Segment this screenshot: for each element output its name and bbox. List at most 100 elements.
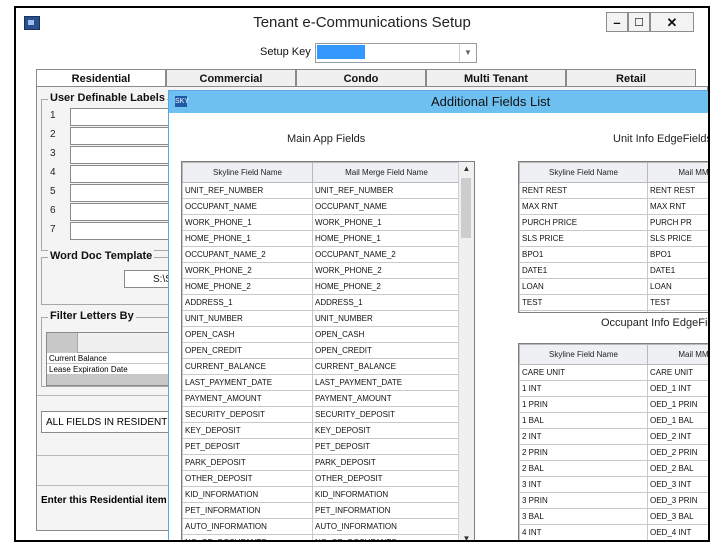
- mail-merge-field-cell[interactable]: HOME_PHONE_2: [312, 278, 461, 295]
- skyline-field-cell[interactable]: 1 INT: [519, 380, 648, 397]
- skyline-field-cell[interactable]: PARK_DEPOSIT: [182, 454, 313, 471]
- skyline-field-cell[interactable]: UNIT_NUMBER: [182, 310, 313, 327]
- skyline-field-cell[interactable]: CURRENT_BALANCE: [182, 358, 313, 375]
- tab-multi-tenant[interactable]: Multi Tenant: [426, 69, 566, 87]
- skyline-field-cell[interactable]: OTHER_DEPOSIT: [182, 470, 313, 487]
- mail-merge-field-cell[interactable]: OED_2 BAL: [647, 460, 708, 477]
- mail-merge-field-cell[interactable]: KEY_DEPOSIT: [312, 422, 461, 439]
- column-header[interactable]: Mail MM: [647, 162, 708, 183]
- mail-merge-field-cell[interactable]: OED_3 PRIN: [647, 492, 708, 509]
- scroll-up-arrow-icon[interactable]: ▲: [459, 162, 474, 176]
- main-grid-scrollbar[interactable]: ▲ ▼: [458, 162, 474, 540]
- table-row[interactable]: 2 INT OED_2 INT: [519, 428, 708, 445]
- mail-merge-field-cell[interactable]: CURRENT_BALANCE: [312, 358, 461, 375]
- table-row[interactable]: 4 INT OED_4 INT: [519, 524, 708, 540]
- tab-retail[interactable]: Retail: [566, 69, 696, 87]
- mail-merge-field-cell[interactable]: SECURITY_DEPOSIT: [312, 406, 461, 423]
- table-row[interactable]: PET_DEPOSIT PET_DEPOSIT: [182, 438, 461, 455]
- table-row[interactable]: 3 BAL OED_3 BAL: [519, 508, 708, 525]
- mail-merge-field-cell[interactable]: SLS PRICE: [647, 230, 708, 247]
- mail-merge-field-cell[interactable]: OED_1 BAL: [647, 412, 708, 429]
- table-row[interactable]: 1 PRIN OED_1 PRIN: [519, 396, 708, 413]
- skyline-field-cell[interactable]: CARE UNIT: [519, 364, 648, 381]
- table-row[interactable]: NO_OF_OCCUPANTSNO_OF_OCCUPANTS: [182, 534, 461, 540]
- table-row[interactable]: DATE1 DATE1: [519, 262, 708, 279]
- skyline-field-cell[interactable]: MAX RNT: [519, 198, 648, 215]
- skyline-field-cell[interactable]: KID_INFORMATION: [182, 486, 313, 503]
- table-row[interactable]: PURCH PRICE PURCH PR: [519, 214, 708, 231]
- skyline-field-cell[interactable]: PET_INFORMATION: [182, 502, 313, 519]
- table-row[interactable]: 1 BAL OED_1 BAL: [519, 412, 708, 429]
- skyline-field-cell[interactable]: 3 PRIN: [519, 492, 648, 509]
- mail-merge-field-cell[interactable]: OPEN_CREDIT: [312, 342, 461, 359]
- skyline-field-cell[interactable]: PURCH PRICE: [519, 214, 648, 231]
- table-row[interactable]: KID_INFORMATION KID_INFORMATION: [182, 486, 461, 503]
- table-row[interactable]: PET_INFORMATION PET_INFORMATION: [182, 502, 461, 519]
- table-row[interactable]: OCCUPANT_NAME_2 OCCUPANT_NAME_2: [182, 246, 461, 263]
- mail-merge-field-cell[interactable]: HOME_PHONE_1: [312, 230, 461, 247]
- skyline-field-cell[interactable]: SECURITY_DEPOSIT: [182, 406, 313, 423]
- mail-merge-field-cell[interactable]: PAYMENT_AMOUNT: [312, 390, 461, 407]
- mail-merge-field-cell[interactable]: AB: [647, 310, 708, 312]
- skyline-field-cell[interactable]: OCCUPANT_NAME: [182, 198, 313, 215]
- table-row[interactable]: RENT REST RENT REST: [519, 182, 708, 199]
- mail-merge-field-cell[interactable]: CARE UNIT: [647, 364, 708, 381]
- table-row[interactable]: TEST TEST: [519, 294, 708, 311]
- skyline-field-cell[interactable]: PET_DEPOSIT: [182, 438, 313, 455]
- scroll-thumb[interactable]: [461, 178, 471, 238]
- mail-merge-field-cell[interactable]: PARK_DEPOSIT: [312, 454, 461, 471]
- tab-commercial[interactable]: Commercial: [166, 69, 296, 87]
- mail-merge-field-cell[interactable]: NO_OF_OCCUPANTS: [312, 534, 461, 540]
- skyline-field-cell[interactable]: OCCUPANT_NAME_2: [182, 246, 313, 263]
- mail-merge-field-cell[interactable]: OPEN_CASH: [312, 326, 461, 343]
- skyline-field-cell[interactable]: 2 INT: [519, 428, 648, 445]
- skyline-field-cell[interactable]: 1 PRIN: [519, 396, 648, 413]
- tab-condo[interactable]: Condo: [296, 69, 426, 87]
- skyline-field-cell[interactable]: OPEN_CASH: [182, 326, 313, 343]
- mail-merge-field-cell[interactable]: OED_3 INT: [647, 476, 708, 493]
- table-row[interactable]: HOME_PHONE_1 HOME_PHONE_1: [182, 230, 461, 247]
- table-row[interactable]: CURRENT_BALANCE CURRENT_BALANCE: [182, 358, 461, 375]
- skyline-field-cell[interactable]: AB: [519, 310, 648, 312]
- table-row[interactable]: HOME_PHONE_2 HOME_PHONE_2: [182, 278, 461, 295]
- skyline-field-cell[interactable]: UNIT_REF_NUMBER: [182, 182, 313, 199]
- mail-merge-field-cell[interactable]: LOAN: [647, 278, 708, 295]
- skyline-field-cell[interactable]: 4 INT: [519, 524, 648, 540]
- mail-merge-field-cell[interactable]: TEST: [647, 294, 708, 311]
- mail-merge-field-cell[interactable]: BPO1: [647, 246, 708, 263]
- skyline-field-cell[interactable]: HOME_PHONE_1: [182, 230, 313, 247]
- mail-merge-field-cell[interactable]: OED_1 PRIN: [647, 396, 708, 413]
- mail-merge-field-cell[interactable]: OCCUPANT_NAME_2: [312, 246, 461, 263]
- mail-merge-field-cell[interactable]: OED_2 INT: [647, 428, 708, 445]
- column-header[interactable]: Skyline Field Name: [182, 162, 313, 183]
- table-row[interactable]: SECURITY_DEPOSIT SECURITY_DEPOSIT: [182, 406, 461, 423]
- skyline-field-cell[interactable]: LOAN: [519, 278, 648, 295]
- skyline-field-cell[interactable]: ADDRESS_1: [182, 294, 313, 311]
- close-button[interactable]: ✕: [650, 12, 694, 32]
- column-header[interactable]: Mail Merge Field Name: [312, 162, 461, 183]
- column-header[interactable]: Skyline Field Name: [519, 162, 648, 183]
- mail-merge-field-cell[interactable]: DATE1: [647, 262, 708, 279]
- chevron-down-icon[interactable]: ▼: [459, 44, 476, 62]
- skyline-field-cell[interactable]: BPO1: [519, 246, 648, 263]
- table-row[interactable]: 2 PRIN OED_2 PRIN: [519, 444, 708, 461]
- table-row[interactable]: LAST_PAYMENT_DATE LAST_PAYMENT_DATE: [182, 374, 461, 391]
- setup-key-value[interactable]: [317, 45, 365, 59]
- main-app-fields-grid[interactable]: Skyline Field Name Mail Merge Field Name…: [181, 161, 475, 540]
- table-row[interactable]: ADDRESS_1 ADDRESS_1: [182, 294, 461, 311]
- table-row[interactable]: 3 PRIN OED_3 PRIN: [519, 492, 708, 509]
- skyline-field-cell[interactable]: LAST_PAYMENT_DATE: [182, 374, 313, 391]
- skyline-field-cell[interactable]: 1 BAL: [519, 412, 648, 429]
- skyline-field-cell[interactable]: PAYMENT_AMOUNT: [182, 390, 313, 407]
- table-row[interactable]: PARK_DEPOSIT PARK_DEPOSIT: [182, 454, 461, 471]
- mail-merge-field-cell[interactable]: UNIT_REF_NUMBER: [312, 182, 461, 199]
- skyline-field-cell[interactable]: 3 INT: [519, 476, 648, 493]
- mail-merge-field-cell[interactable]: LAST_PAYMENT_DATE: [312, 374, 461, 391]
- mail-merge-field-cell[interactable]: PET_DEPOSIT: [312, 438, 461, 455]
- skyline-field-cell[interactable]: OPEN_CREDIT: [182, 342, 313, 359]
- skyline-field-cell[interactable]: NO_OF_OCCUPANTS: [182, 534, 313, 540]
- mail-merge-field-cell[interactable]: PET_INFORMATION: [312, 502, 461, 519]
- table-row[interactable]: KEY_DEPOSIT KEY_DEPOSIT: [182, 422, 461, 439]
- mail-merge-field-cell[interactable]: OED_2 PRIN: [647, 444, 708, 461]
- skyline-field-cell[interactable]: WORK_PHONE_2: [182, 262, 313, 279]
